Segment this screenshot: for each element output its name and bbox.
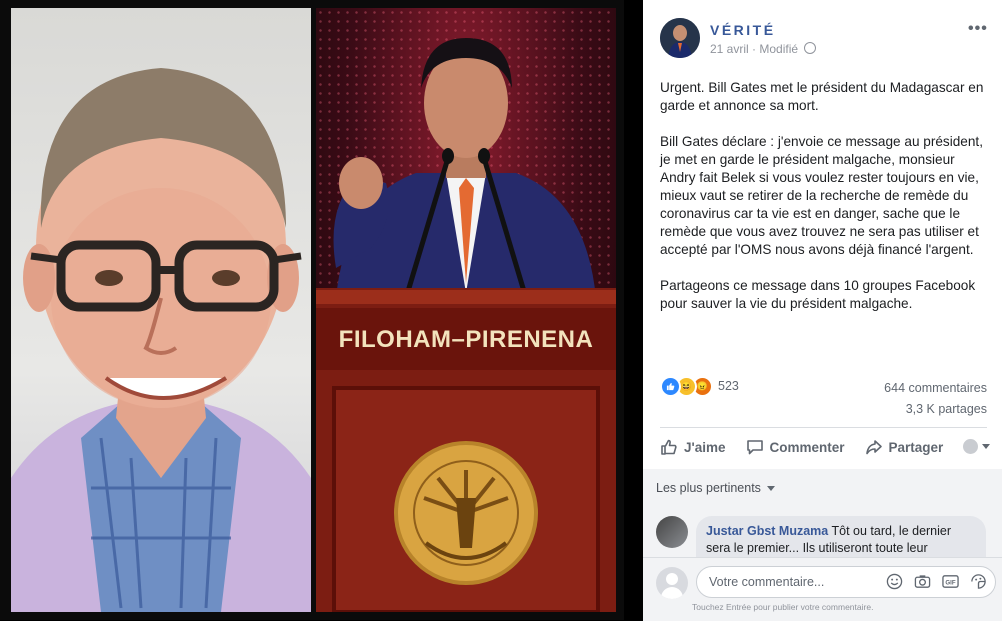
divider-strip	[624, 0, 642, 620]
smiley-icon[interactable]	[886, 573, 903, 590]
avatar-image	[660, 18, 700, 58]
post-image[interactable]: FILOHAM–PIRENENA	[0, 0, 640, 620]
comment-sort-dropdown[interactable]: Les plus pertinents	[656, 481, 775, 495]
chevron-down-icon	[982, 444, 990, 449]
page-name[interactable]: VÉRITÉ	[710, 22, 776, 38]
composer-hint: Touchez Entrée pour publier votre commen…	[692, 602, 874, 612]
facebook-post-panel: VÉRITÉ 21 avril · Modifié ••• Urgent. Bi…	[643, 0, 1002, 621]
comments-count[interactable]: 644 commentaires	[884, 378, 987, 399]
divider	[660, 427, 987, 428]
more-options-icon[interactable]: •••	[968, 20, 988, 38]
speech-bubble-icon	[746, 440, 763, 455]
audience-selector[interactable]	[963, 439, 990, 454]
share-arrow-icon	[865, 440, 882, 455]
gif-icon[interactable]: GIF	[942, 573, 959, 590]
profile-mini-icon	[963, 439, 978, 454]
camera-icon[interactable]	[914, 573, 931, 590]
shares-count[interactable]: 3,3 K partages	[884, 399, 987, 420]
share-label: Partager	[888, 439, 944, 455]
svg-text:GIF: GIF	[945, 579, 955, 586]
podium-text: FILOHAM–PIRENENA	[338, 326, 594, 353]
comment-label: Commenter	[769, 439, 845, 455]
meta-separator: ·	[752, 42, 757, 56]
sticker-icon[interactable]	[970, 573, 987, 590]
bill-gates-illustration	[11, 68, 311, 612]
post-paragraph: Urgent. Bill Gates met le président du M…	[660, 80, 984, 113]
post-meta: 21 avril · Modifié	[710, 42, 817, 56]
photo-right-speaker: FILOHAM–PIRENENA	[316, 8, 616, 612]
like-label: J'aime	[684, 439, 726, 455]
comment-author[interactable]: Justar Gbst Muzama	[706, 524, 828, 538]
like-button[interactable]: J'aime	[660, 438, 726, 456]
reaction-count[interactable]: 523	[718, 379, 739, 393]
thumbs-up-icon	[661, 439, 677, 455]
reactions-summary[interactable]: 😆 😠 523	[660, 375, 739, 397]
like-reaction-icon	[660, 375, 681, 397]
post-date[interactable]: 21 avril	[710, 42, 749, 56]
post-counts: 644 commentaires 3,3 K partages	[884, 378, 987, 420]
comment-input-box[interactable]: GIF	[696, 566, 996, 598]
comment-input[interactable]	[707, 574, 876, 590]
edited-label[interactable]: Modifié	[759, 42, 798, 56]
photo-left-portrait	[11, 8, 311, 612]
comment-button[interactable]: Commenter	[746, 438, 845, 456]
share-button[interactable]: Partager	[865, 438, 944, 456]
page-avatar[interactable]	[660, 18, 700, 58]
composer-icons: GIF	[875, 573, 987, 590]
post-paragraph: Partageons ce message dans 10 groupes Fa…	[660, 278, 976, 311]
sort-label: Les plus pertinents	[656, 481, 761, 495]
chevron-down-icon	[766, 485, 775, 491]
post-header: VÉRITÉ 21 avril · Modifié •••	[643, 0, 1002, 70]
action-bar: J'aime Commenter Partager	[660, 432, 990, 462]
commenter-avatar[interactable]	[656, 516, 688, 548]
post-paragraph: Bill Gates déclare : j'envoie ce message…	[660, 134, 983, 257]
speaker-illustration	[316, 38, 616, 612]
globe-icon	[804, 42, 817, 54]
post-text: Urgent. Bill Gates met le président du M…	[660, 79, 990, 331]
comment-composer: GIF Touchez Entrée pour publier votre co…	[643, 557, 1002, 621]
current-user-avatar	[656, 567, 688, 599]
